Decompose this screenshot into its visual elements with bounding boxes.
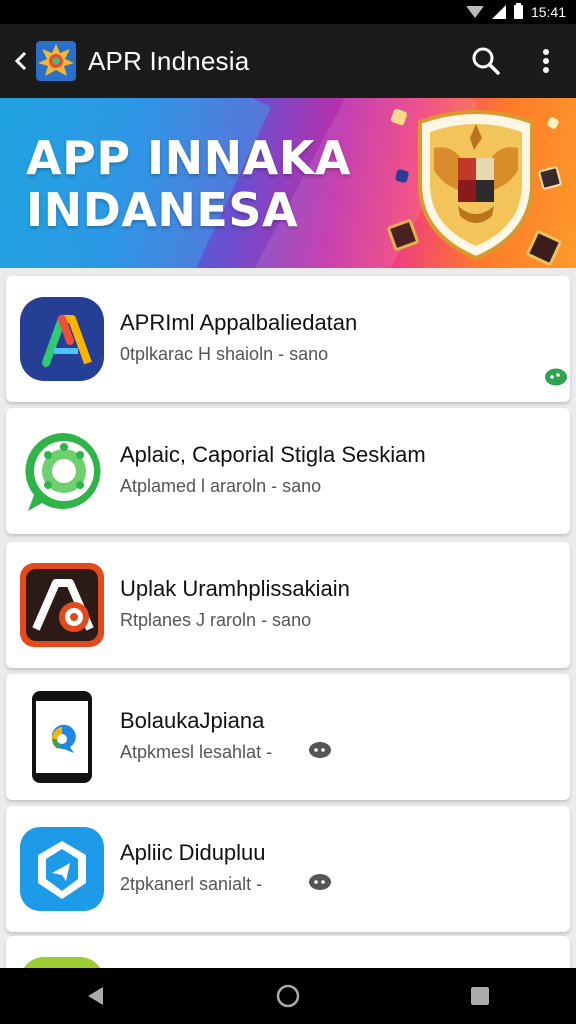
app-name: BolaukaJpiana [120,708,265,733]
triangle-back-icon [88,987,103,1005]
garuda-emblem-icon [418,110,534,260]
chat-bubble-icon [309,874,331,890]
decoration-shape [537,165,563,191]
list-item[interactable]: Aplaic, Caporial Stigla Seskiam Atplamed… [6,408,570,534]
search-icon [472,47,500,75]
green-chat-bubble-icon [25,432,101,511]
chevron-left-icon [14,51,27,71]
overflow-menu-button[interactable] [516,24,576,98]
recents-nav-button[interactable] [450,968,510,1024]
list-item[interactable]: Apliic Didupluu 2tpkanerl sanialt - [6,806,570,932]
chat-bubble-icon [545,368,567,386]
app-subtitle: Rtplanes J raroln - sano [120,610,312,630]
app-subtitle: 2tpkanerl sanialt - [120,874,263,894]
app-title: APR Indnesia [88,45,250,76]
search-button[interactable] [456,24,516,98]
circle-home-icon [276,984,300,1008]
list-item[interactable]: BolaukaJpiana Atpkmesl lesahlat - [6,674,570,800]
decoration-shape [546,116,560,130]
list-item[interactable]: APRIml Appalbaliedatan 0tplkarac H shaio… [6,276,570,402]
home-nav-button[interactable] [258,968,318,1024]
app-subtitle: 0tplkarac H shaioln - sano [120,344,329,364]
app-name: Uplak Uramhplissakiain [120,576,350,601]
back-button[interactable] [8,24,34,98]
promo-banner[interactable]: APP INNAKA INDANESA [0,98,576,268]
back-nav-button[interactable] [66,968,126,1024]
orange-a-logo-icon [20,563,104,647]
more-vertical-icon [543,49,549,73]
app-logo-icon [36,41,76,81]
blue-shield-icon [20,827,104,911]
status-bar: 15:41 [0,0,576,24]
screen: 15:41 APR Indnesia APP INNAKA INDANESA A… [0,0,576,1024]
wifi-icon [465,6,484,18]
banner-title: APP INNAKA INDANESA [26,131,352,237]
app-name: Aplaic, Caporial Stigla Seskiam [120,442,426,467]
list-item[interactable]: Uplak Uramhplissakiain Rtplanes J raroln… [6,542,570,668]
status-time: 15:41 [530,4,566,20]
phone-app-icon [32,691,92,783]
chat-bubble-icon [309,742,331,758]
blue-a-logo-icon [20,297,104,381]
square-recents-icon [471,987,489,1005]
app-name: APRIml Appalbaliedatan [120,310,358,335]
app-subtitle: Atplamed l araroln - sano [120,476,322,496]
navigation-bar [0,968,576,1024]
battery-icon [513,3,523,19]
app-name: Apliic Didupluu [120,840,266,865]
app-subtitle: Atpkmesl lesahlat - [120,742,273,762]
app-bar: APR Indnesia [0,24,576,98]
signal-icon [491,5,506,19]
